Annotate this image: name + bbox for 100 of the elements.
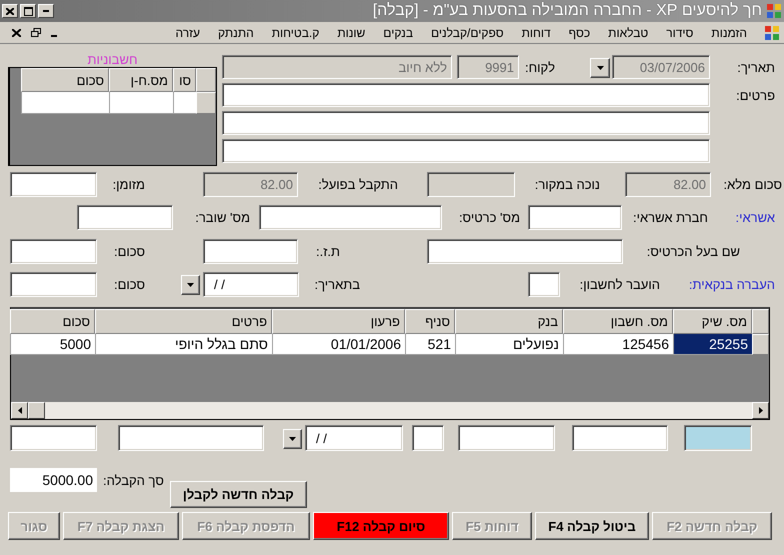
table-cell: סתם בגלל היופי (95, 334, 272, 355)
row-header[interactable] (196, 92, 216, 114)
field-label: התקבל בפועל: (317, 176, 398, 194)
menu-item[interactable]: התנתק (210, 26, 262, 40)
arrow-left-icon (18, 407, 22, 414)
column-header[interactable]: פרעון (272, 309, 405, 334)
minimize-icon[interactable] (51, 34, 57, 36)
menu-item[interactable]: כסף (560, 26, 598, 40)
dropdown-button[interactable] (590, 58, 610, 78)
input-field[interactable] (458, 425, 555, 451)
restore-icon[interactable] (31, 28, 41, 37)
menu-item[interactable]: בנקים (375, 26, 421, 40)
maximize-icon (24, 6, 32, 16)
close-icon (6, 8, 14, 14)
caret-icon (187, 283, 194, 287)
section-label: העברה בנקאית: (688, 276, 775, 294)
input-field[interactable]: / / (305, 425, 403, 451)
column-header[interactable]: סכום (21, 68, 109, 92)
maximize-button[interactable] (20, 4, 36, 18)
menu-item[interactable]: שונות (329, 26, 374, 40)
row-header[interactable] (752, 309, 769, 334)
column-header[interactable]: מס.ח-ן (109, 68, 173, 92)
field-label: שם בעל הכרטיס: (646, 243, 740, 261)
input-field[interactable] (427, 239, 623, 264)
input-field[interactable] (528, 205, 622, 230)
field-label: מס' כרטיס: (458, 209, 520, 227)
column-header[interactable]: סניף (405, 309, 455, 334)
column-header[interactable]: פרטים (95, 309, 272, 334)
input-field[interactable] (10, 425, 97, 451)
app-icon (766, 3, 782, 19)
input-field[interactable]: / / (203, 272, 299, 297)
row-header[interactable] (752, 334, 769, 355)
action-button[interactable]: סיום קבלה F12 (313, 512, 449, 540)
input-field[interactable] (203, 239, 298, 264)
field-label: חברת אשראי: (632, 209, 708, 227)
section-label: אשראי: (734, 209, 775, 227)
menu-item[interactable]: הזמנות (703, 26, 755, 40)
column-header[interactable]: מס. חשבון (563, 309, 673, 334)
table-cell: 125456 (563, 334, 673, 355)
field-label: לקוח: (524, 58, 555, 76)
arrow-right-icon (758, 407, 762, 414)
table-cell: 01/01/2006 (272, 334, 405, 355)
input-field[interactable] (572, 425, 668, 451)
input-field[interactable] (222, 83, 710, 107)
input-field[interactable] (10, 239, 97, 264)
scroll-left-button[interactable] (11, 402, 28, 419)
table-cell: 521 (405, 334, 455, 355)
field-label: ת.ז.: (314, 243, 340, 261)
minimize-icon (43, 10, 49, 12)
column-header[interactable]: סו (173, 68, 196, 92)
minimize-button[interactable] (38, 4, 54, 18)
menu-item[interactable]: ספקים/קבלנים (423, 26, 512, 40)
column-header[interactable]: מס. שיק (673, 309, 752, 334)
dropdown-button[interactable] (283, 428, 302, 448)
table-cell (173, 92, 196, 114)
table-cell: 25255 (673, 334, 752, 355)
field-label: מזומן: (112, 176, 145, 194)
field-label: הועבר לחשבון: (578, 276, 660, 294)
field-label: בתאריך: (313, 276, 360, 294)
table-cell (109, 92, 173, 114)
input-field[interactable] (684, 425, 752, 451)
window-title: חך להיסעים XP - החברה המובילה בהסעות בע"מ - [קבלה] (372, 2, 763, 20)
table-cell: נפועלים (455, 334, 563, 355)
total-field[interactable]: 5000.00 (10, 468, 97, 492)
caret-icon (289, 436, 296, 440)
close-button[interactable] (2, 4, 18, 18)
dropdown-button[interactable] (181, 275, 200, 295)
section-title: חשבוניות (86, 52, 138, 67)
close-icon[interactable] (12, 28, 21, 36)
field-label: סכום: (112, 276, 145, 294)
input-field[interactable] (528, 272, 560, 297)
field-label: סכום: (112, 243, 145, 261)
menu-item[interactable]: עזרה (167, 26, 208, 40)
input-field[interactable] (222, 111, 710, 135)
table-cell: 5000 (10, 334, 95, 355)
action-button[interactable]: ביטול קבלה F4 (535, 512, 649, 540)
menu-item[interactable]: טבלאות (600, 26, 656, 40)
menu-item[interactable]: ק.בטיחות (264, 26, 328, 40)
input-field[interactable] (222, 139, 710, 163)
input-field[interactable] (77, 205, 173, 230)
scrollbar-thumb[interactable] (28, 402, 45, 419)
app-icon (764, 24, 780, 40)
field-label: מס' שובר: (194, 209, 250, 227)
column-header[interactable]: בנק (455, 309, 563, 334)
menu-item[interactable]: דוחות (514, 26, 559, 40)
input-field[interactable] (259, 205, 442, 230)
input-field[interactable] (118, 425, 264, 451)
scroll-right-button[interactable] (752, 402, 769, 419)
caret-icon (596, 66, 604, 70)
input-field[interactable] (10, 272, 97, 297)
field-label: תאריך: (736, 58, 775, 76)
field-label: סך הקבלה: (103, 472, 164, 490)
column-header[interactable]: סכום (10, 309, 95, 334)
input-field[interactable] (412, 425, 444, 451)
field-label: סכום מלא: (722, 176, 782, 194)
field-label: פרטים: (735, 86, 775, 104)
menu-item[interactable]: סידור (658, 26, 702, 40)
input-field[interactable] (10, 172, 97, 197)
new-receipt-button[interactable]: קבלה חדשה לקבלן (170, 481, 307, 508)
row-header[interactable] (196, 68, 216, 92)
